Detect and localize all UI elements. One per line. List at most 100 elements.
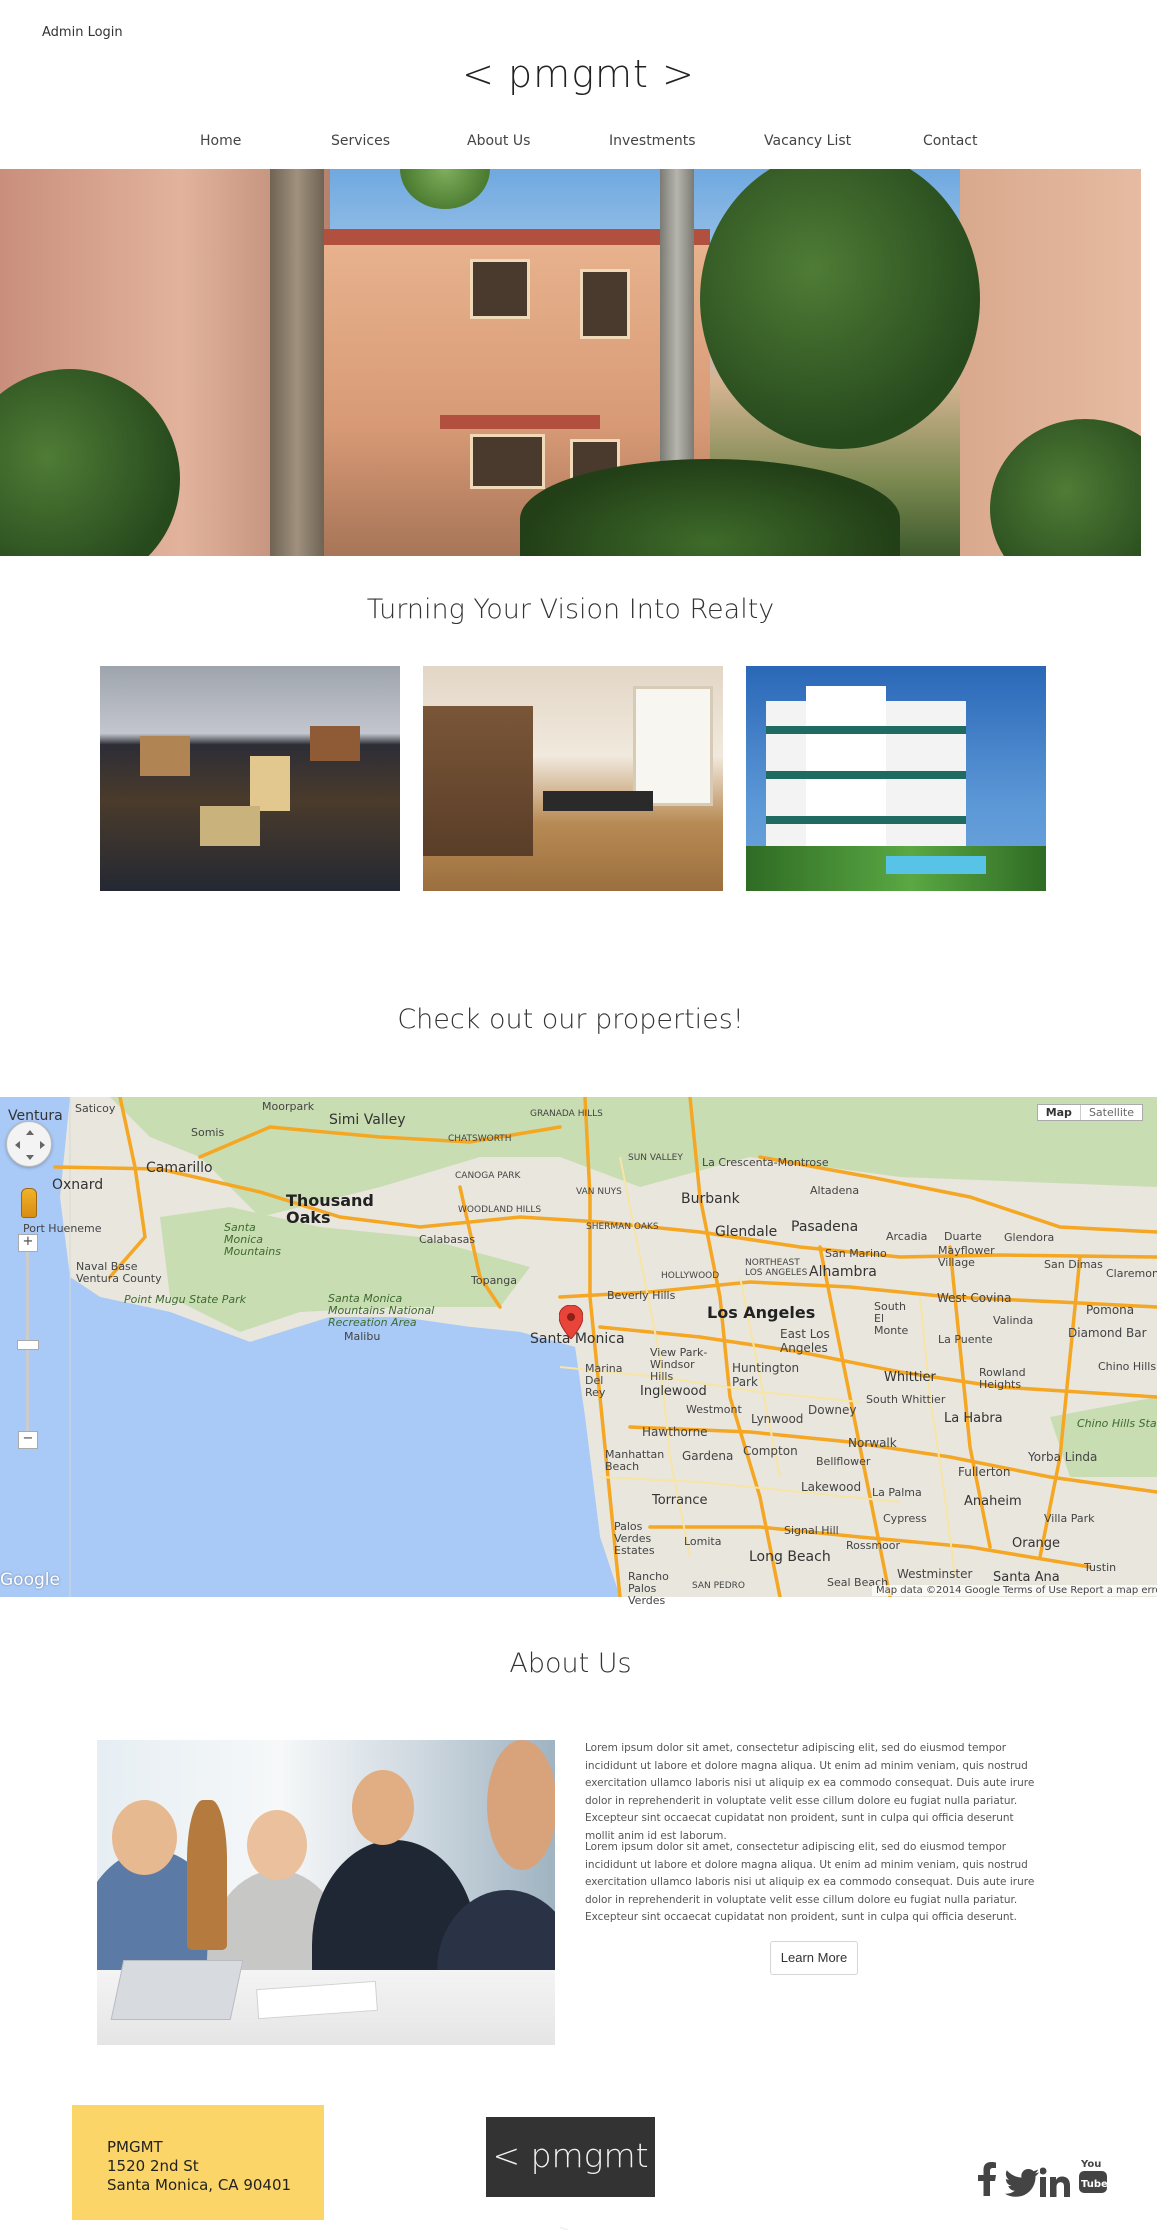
map-label: Malibu — [344, 1330, 381, 1343]
map-label: Diamond Bar — [1068, 1326, 1147, 1340]
nav-item-investments[interactable]: Investments — [609, 133, 696, 149]
map-label: Rowland Heights — [979, 1366, 1026, 1391]
nav-item-contact[interactable]: Contact — [923, 133, 977, 149]
map-label: Glendora — [1004, 1231, 1055, 1244]
map-label: Cypress — [883, 1512, 927, 1525]
map-label: SAN PEDRO — [692, 1581, 746, 1591]
map-attribution[interactable]: Map data ©2014 Google Terms of Use Repor… — [872, 1585, 1157, 1596]
map-label: Claremont — [1106, 1267, 1157, 1280]
vision-title: Turning Your Vision Into Realty — [366, 594, 775, 625]
map-label: NORTHEAST LOS ANGELES — [745, 1258, 808, 1278]
map-label: South El Monte — [874, 1300, 909, 1337]
map-label: WOODLAND HILLS — [458, 1205, 542, 1215]
map-label: Marina Del Rey — [585, 1362, 623, 1399]
modern-apartment-image — [100, 666, 400, 891]
facebook-icon[interactable] — [978, 2162, 996, 2196]
map-label: La Habra — [944, 1411, 1003, 1426]
map-label: Downey — [808, 1403, 857, 1417]
map-label: Calabasas — [419, 1233, 476, 1246]
map-label: West Covina — [937, 1291, 1012, 1305]
street-view-pegman-icon[interactable] — [21, 1188, 37, 1218]
map-label: SHERMAN OAKS — [586, 1222, 659, 1232]
map-label: Compton — [743, 1444, 798, 1458]
zoom-in-button[interactable]: + — [18, 1234, 38, 1252]
map-label: Beverly Hills — [607, 1289, 676, 1302]
map-label: Saticoy — [75, 1102, 116, 1115]
twitter-icon[interactable] — [1005, 2162, 1039, 2197]
map-label: Rancho Palos Verdes — [628, 1570, 669, 1607]
map-label: Orange — [1012, 1536, 1061, 1551]
map-label: VAN NUYS — [576, 1187, 622, 1197]
location-pin-icon[interactable] — [559, 1305, 583, 1339]
map-label: Lomita — [684, 1535, 722, 1548]
map-label: View Park-Windsor Hills — [650, 1346, 708, 1383]
map-label: Somis — [191, 1126, 225, 1139]
map-label: Villa Park — [1044, 1512, 1095, 1525]
about-paragraph-2: Lorem ipsum dolor sit amet, consectetur … — [585, 1841, 1035, 1923]
footer-address: PMGMT 1520 2nd St Santa Monica, CA 90401 — [72, 2105, 324, 2220]
map-label: Whittier — [884, 1370, 936, 1385]
city-state-zip: Santa Monica, CA 90401 — [107, 2176, 292, 2194]
map-label: Norwalk — [848, 1436, 897, 1450]
map-label: Naval Base Ventura County — [76, 1260, 162, 1285]
map-label: Lakewood — [801, 1480, 862, 1494]
nav-item-home[interactable]: Home — [200, 133, 241, 149]
map-label: Los Angeles — [707, 1303, 816, 1322]
map-label: HOLLYWOOD — [661, 1271, 720, 1281]
map-type-map-button[interactable]: Map — [1038, 1105, 1080, 1120]
map-label: Moorpark — [262, 1100, 315, 1113]
zoom-slider-thumb[interactable] — [17, 1340, 39, 1350]
map-label: Bellflower — [816, 1455, 871, 1468]
linkedin-icon[interactable] — [1039, 2162, 1070, 2197]
nav-item-services[interactable]: Services — [331, 133, 390, 149]
map-label: Camarillo — [146, 1160, 213, 1176]
map-pan-control[interactable] — [6, 1121, 52, 1167]
youtube-icon[interactable]: You Tube — [1079, 2156, 1108, 2196]
map-label: La Palma — [872, 1486, 922, 1499]
about-paragraph-1: Lorem ipsum dolor sit amet, consectetur … — [585, 1742, 1035, 1842]
admin-login-link[interactable]: Admin Login — [42, 25, 123, 40]
map-label: Simi Valley — [329, 1112, 406, 1128]
learn-more-button[interactable]: Learn More — [770, 1941, 858, 1975]
map-label: Arcadia — [886, 1230, 928, 1243]
team-meeting-image — [97, 1740, 555, 2045]
map-label: Westminster — [897, 1567, 973, 1581]
street-address: 1520 2nd St — [107, 2157, 199, 2175]
site-logo[interactable]: < pmgmt > — [0, 52, 1157, 96]
map-label: Glendale — [715, 1224, 778, 1240]
footer-logo[interactable]: < pmgmt > — [486, 2117, 655, 2230]
map-label: Pomona — [1086, 1303, 1135, 1317]
map-label: Alhambra — [809, 1264, 877, 1280]
map-label: Topanga — [471, 1274, 517, 1287]
svg-text:You: You — [1080, 2159, 1101, 2170]
map-label: Westmont — [686, 1403, 742, 1416]
map-type-toggle: Map Satellite — [1036, 1104, 1143, 1121]
hero-image — [0, 169, 1141, 556]
nav-item-about-us[interactable]: About Us — [467, 133, 530, 149]
map-label: East Los Angeles — [780, 1327, 830, 1355]
map-label: Fullerton — [958, 1465, 1011, 1479]
map-label: Torrance — [652, 1493, 708, 1508]
map-label: GRANADA HILLS — [530, 1109, 603, 1119]
map-label: Chino Hills State Park — [1077, 1417, 1157, 1430]
map-label: Valinda — [993, 1314, 1034, 1327]
map-label: Altadena — [810, 1184, 860, 1197]
map-label: Anaheim — [964, 1494, 1022, 1509]
map-label: CHATSWORTH — [448, 1134, 512, 1144]
map-label: Santa Monica Mountains — [224, 1221, 281, 1258]
map-label: Santa Monica Mountains National Recreati… — [328, 1292, 435, 1329]
nav-item-vacancy-list[interactable]: Vacancy List — [764, 133, 851, 149]
about-title: About Us — [509, 1648, 632, 1679]
map-label: Burbank — [681, 1191, 740, 1207]
map-label: Huntington Park — [732, 1361, 800, 1389]
kitchen-interior-image — [423, 666, 723, 891]
pan-arrows-icon — [15, 1130, 45, 1160]
map-label: Rossmoor — [846, 1539, 901, 1552]
white-building-image — [746, 666, 1046, 891]
map-label: Santa Ana — [993, 1570, 1060, 1585]
map-label: Thousand Oaks — [286, 1191, 374, 1227]
zoom-out-button[interactable]: − — [18, 1431, 38, 1449]
map-label: La Puente — [938, 1333, 993, 1346]
map-type-satellite-button[interactable]: Satellite — [1079, 1105, 1142, 1120]
map-label: Lynwood — [751, 1412, 804, 1426]
